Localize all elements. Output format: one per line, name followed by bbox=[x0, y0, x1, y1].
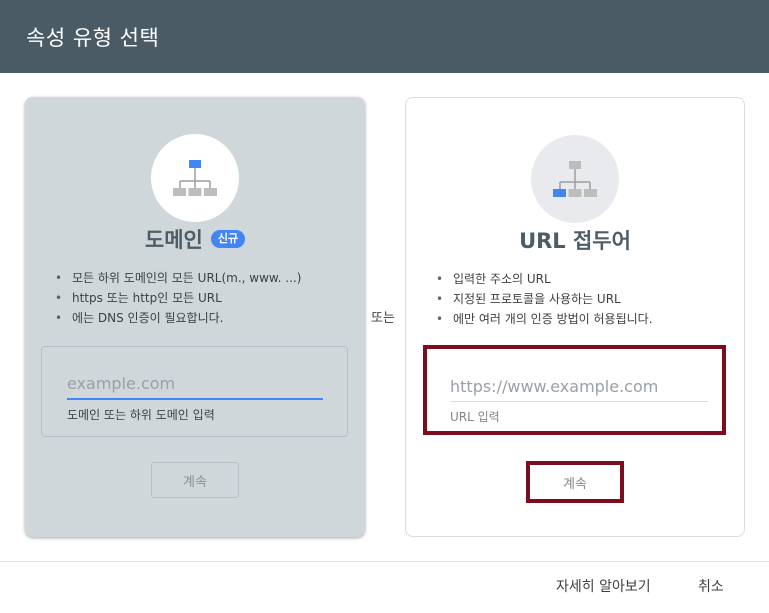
footer-divider bbox=[0, 561, 769, 562]
or-separator: 또는 bbox=[371, 311, 395, 326]
url-prefix-input-helper: URL 입력 bbox=[450, 410, 500, 424]
url-prefix-title-text: URL 접두어 bbox=[519, 229, 631, 253]
domain-title-text: 도메인 bbox=[144, 228, 203, 252]
domain-input-helper: 도메인 또는 하위 도메인 입력 bbox=[67, 408, 215, 422]
url-prefix-continue-button[interactable]: 계속 bbox=[526, 461, 624, 503]
url-prefix-card-title: URL 접두어 bbox=[406, 225, 744, 255]
sitemap-icon bbox=[553, 161, 597, 197]
learn-more-link[interactable]: 자세히 알아보기 bbox=[556, 576, 651, 596]
list-item: https 또는 http인 모든 URL bbox=[55, 288, 301, 308]
list-item: 입력한 주소의 URL bbox=[436, 269, 653, 289]
list-item: 지정된 프로토콜을 사용하는 URL bbox=[436, 289, 653, 309]
list-item: 에는 DNS 인증이 필요합니다. bbox=[55, 308, 301, 328]
new-badge: 신규 bbox=[210, 230, 246, 248]
url-prefix-feature-list: 입력한 주소의 URL 지정된 프로토콜을 사용하는 URL 에만 여러 개의 … bbox=[406, 269, 653, 329]
domain-feature-list: 모든 하위 도메인의 모든 URL(m., www. ...) https 또는… bbox=[25, 268, 301, 328]
url-prefix-input[interactable]: https://www.example.com bbox=[450, 377, 708, 402]
domain-card-title: 도메인 신규 bbox=[25, 224, 365, 254]
dialog-title: 속성 유형 선택 bbox=[26, 25, 160, 50]
list-item: 에만 여러 개의 인증 방법이 허용됩니다. bbox=[436, 309, 652, 329]
domain-property-card[interactable]: 도메인 신규 모든 하위 도메인의 모든 URL(m., www. ...) h… bbox=[25, 97, 365, 537]
domain-continue-button[interactable]: 계속 bbox=[151, 462, 239, 498]
domain-icon-circle bbox=[151, 134, 239, 222]
cancel-button[interactable]: 취소 bbox=[698, 576, 724, 596]
dialog-header: 속성 유형 선택 bbox=[0, 0, 769, 73]
sitemap-icon bbox=[173, 160, 217, 196]
url-prefix-input-container: https://www.example.com URL 입력 bbox=[423, 345, 726, 435]
domain-input[interactable]: example.com bbox=[67, 374, 323, 400]
url-prefix-icon-circle bbox=[531, 135, 619, 223]
list-item: 모든 하위 도메인의 모든 URL(m., www. ...) bbox=[55, 268, 301, 288]
url-prefix-property-card[interactable]: URL 접두어 입력한 주소의 URL 지정된 프로토콜을 사용하는 URL 에… bbox=[405, 97, 745, 537]
domain-input-container: example.com 도메인 또는 하위 도메인 입력 bbox=[41, 346, 348, 437]
